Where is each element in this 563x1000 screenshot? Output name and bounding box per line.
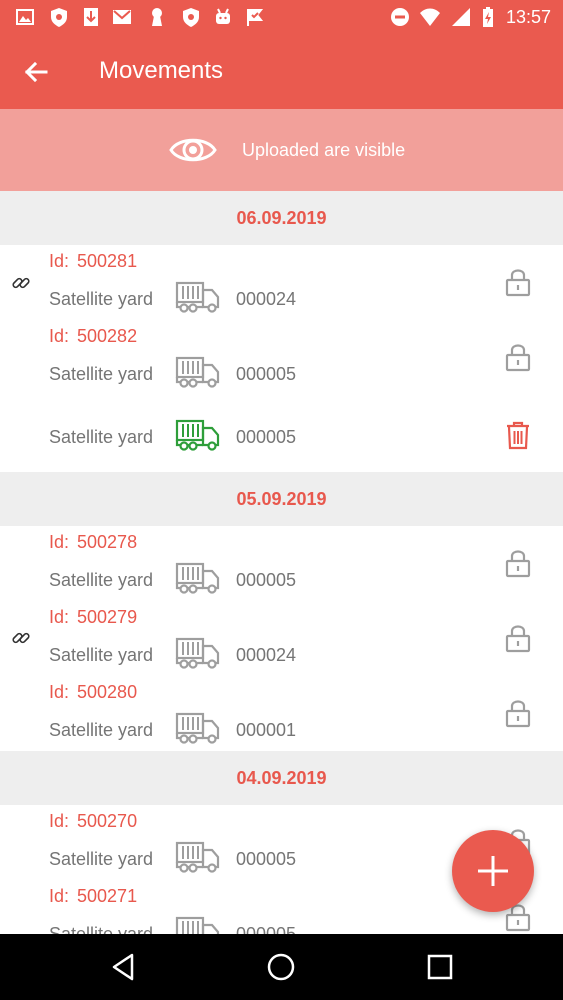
trash-icon[interactable]	[505, 420, 531, 450]
id-value: 500280	[77, 682, 138, 702]
keyhole-icon	[152, 8, 162, 26]
truck-icon	[175, 712, 220, 744]
mail-icon	[113, 10, 131, 24]
lock-icon[interactable]	[504, 698, 532, 728]
location-label: Satellite yard	[49, 570, 154, 590]
vehicle-code: 000005	[236, 924, 297, 934]
shield-icon	[51, 8, 67, 27]
shield-icon-2	[183, 8, 199, 27]
battery-charging-icon	[483, 7, 493, 27]
link-icon	[12, 277, 30, 289]
image-icon	[16, 9, 34, 25]
vehicle-code: 000005	[236, 570, 297, 590]
do-not-disturb-icon	[391, 8, 409, 26]
id-prefix: Id:	[49, 886, 70, 906]
lock-icon[interactable]	[504, 267, 532, 297]
banner-text: Uploaded are visible	[242, 140, 406, 160]
signal-icon	[452, 8, 470, 26]
id-prefix: Id:	[49, 326, 70, 346]
id-prefix: Id:	[49, 682, 70, 702]
add-movement-button[interactable]	[452, 830, 534, 912]
flag-check-icon	[247, 9, 264, 26]
vehicle-code: 000005	[236, 849, 297, 869]
id-value: 500270	[77, 811, 138, 831]
date-header: 04.09.2019	[0, 751, 563, 805]
truck-icon	[175, 841, 220, 873]
lock-icon[interactable]	[504, 342, 532, 372]
android-icon	[216, 8, 230, 24]
uploaded-visible-banner[interactable]: Uploaded are visible	[0, 109, 563, 191]
location-label: Satellite yard	[49, 924, 154, 934]
recents-square-icon[interactable]	[424, 951, 456, 983]
home-circle-icon[interactable]	[265, 951, 297, 983]
eye-icon	[169, 138, 217, 162]
page-title: Movements	[99, 57, 224, 84]
download-icon	[84, 8, 98, 26]
status-time: 13:57	[505, 7, 551, 27]
truck-icon	[175, 562, 220, 594]
id-value: 500278	[77, 532, 138, 552]
vehicle-code: 000024	[236, 645, 297, 665]
app-bar: Movements	[0, 34, 563, 109]
vehicle-code: 000005	[236, 364, 297, 384]
movement-id: Id: 500279	[49, 606, 137, 628]
truck-icon	[175, 419, 220, 451]
movement-id: Id: 500282	[49, 325, 137, 347]
movement-id: Id: 500281	[49, 250, 137, 272]
vehicle-code: 000001	[236, 720, 297, 740]
location-label: Satellite yard	[49, 427, 154, 447]
location-label: Satellite yard	[49, 720, 154, 740]
lock-icon[interactable]	[504, 623, 532, 653]
truck-icon	[175, 916, 220, 934]
movement-id: Id: 500270	[49, 810, 137, 832]
id-value: 500282	[77, 326, 138, 346]
movement-id: Id: 500278	[49, 531, 137, 553]
id-prefix: Id:	[49, 811, 70, 831]
vehicle-code: 000005	[236, 427, 297, 447]
truck-icon	[175, 637, 220, 669]
location-label: Satellite yard	[49, 849, 154, 869]
date-header: 05.09.2019	[0, 472, 563, 526]
location-label: Satellite yard	[49, 289, 154, 309]
location-label: Satellite yard	[49, 364, 154, 384]
plus-icon	[478, 856, 508, 886]
lock-icon[interactable]	[504, 548, 532, 578]
navigation-bar	[0, 934, 563, 1000]
id-prefix: Id:	[49, 251, 70, 271]
id-value: 500279	[77, 607, 138, 627]
vehicle-code: 000024	[236, 289, 297, 309]
back-arrow-icon[interactable]	[18, 54, 54, 90]
movement-id: Id: 500280	[49, 681, 137, 703]
link-icon	[12, 632, 30, 644]
truck-icon	[175, 281, 220, 313]
id-prefix: Id:	[49, 607, 70, 627]
back-triangle-icon[interactable]	[108, 951, 140, 983]
id-value: 500271	[77, 886, 138, 906]
location-label: Satellite yard	[49, 645, 154, 665]
wifi-icon	[420, 8, 440, 26]
status-bar: 13:57	[0, 0, 563, 34]
date-header: 06.09.2019	[0, 191, 563, 245]
id-prefix: Id:	[49, 532, 70, 552]
truck-icon	[175, 356, 220, 388]
id-value: 500281	[77, 251, 138, 271]
movement-id: Id: 500271	[49, 885, 137, 907]
movements-list[interactable]: 06.09.2019 Id: 500281 Satellite yard 000024 I…	[0, 191, 563, 934]
